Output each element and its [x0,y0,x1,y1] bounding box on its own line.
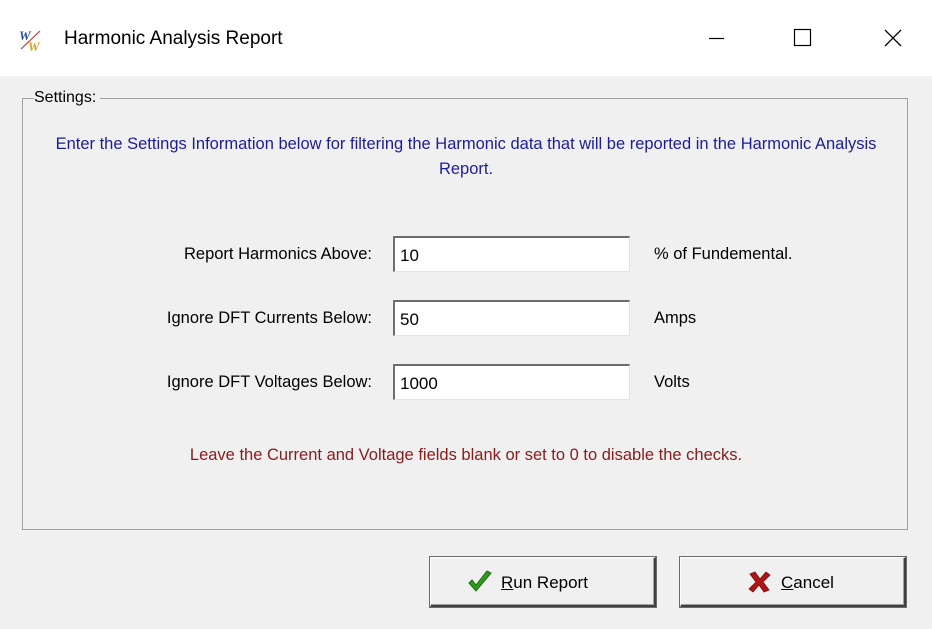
cancel-label: Cancel [781,573,834,592]
maximize-button[interactable] [772,0,852,76]
minimize-icon [709,37,724,40]
settings-group-label: Settings: [34,87,101,109]
ignore-dft-voltages-below-label: Ignore DFT Voltages Below: [166,373,372,391]
report-harmonics-above-label: Report Harmonics Above: [183,245,372,263]
maximize-icon [793,28,812,47]
amps-unit: Amps [654,309,697,327]
disable-checks-note: Leave the Current and Voltage fields bla… [189,446,743,464]
x-mark-icon [747,570,773,594]
percent-fundemental-unit: % of Fundemental. [654,245,793,263]
close-button[interactable] [852,0,932,76]
title-bar[interactable]: W W Harmonic Analysis Report [0,0,932,76]
window-title: Harmonic Analysis Report [64,28,283,49]
volts-unit: Volts [654,373,690,391]
app-icon: W W [18,27,44,54]
close-icon [884,29,902,47]
ignore-dft-currents-below-input[interactable] [393,300,630,336]
run-report-button[interactable]: Run Report [430,557,656,607]
report-harmonics-above-input[interactable] [393,236,630,272]
run-report-label: Run Report [501,573,588,592]
ignore-dft-currents-below-label: Ignore DFT Currents Below: [166,309,372,327]
instruction-text: Enter the Settings Information below for… [55,135,877,178]
cancel-button[interactable]: Cancel [680,557,906,607]
harmonic-analysis-report-dialog: W W Harmonic Analysis Report Settings: E… [0,0,932,629]
minimize-button[interactable] [676,0,756,76]
ignore-dft-voltages-below-input[interactable] [393,364,630,400]
checkmark-icon [467,570,493,594]
